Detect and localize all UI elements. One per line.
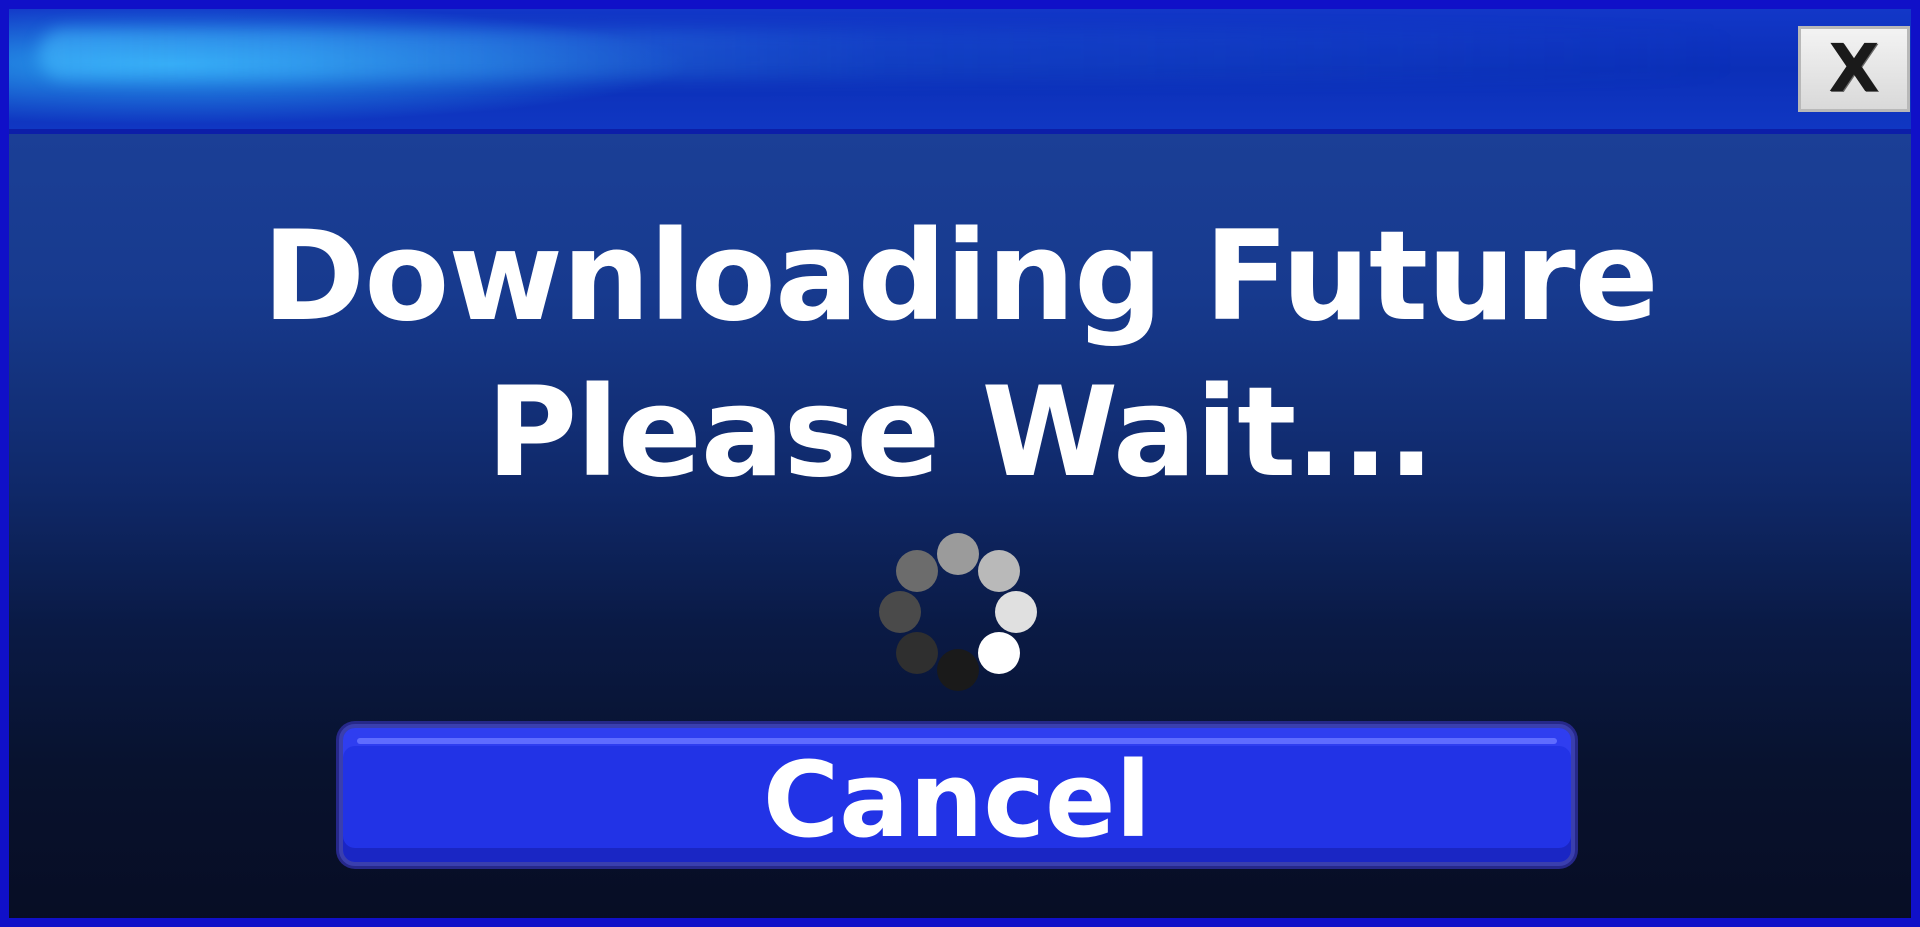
close-button[interactable]: X: [1798, 26, 1910, 112]
dialog-body: Downloading Future Please Wait... Cancel: [9, 134, 1911, 918]
spinner-dot: [937, 649, 979, 691]
download-dialog-window: X Downloading Future Please Wait... Canc…: [0, 0, 1920, 927]
spinner-dot: [879, 591, 921, 633]
spinner-dot: [978, 632, 1020, 674]
cancel-button-label: Cancel: [762, 739, 1152, 861]
message-line-1: Downloading Future: [262, 205, 1658, 349]
message-line-2: Please Wait...: [486, 361, 1434, 505]
spinner-dot: [895, 549, 938, 592]
spinner-dot: [995, 591, 1037, 633]
title-bar[interactable]: X: [9, 9, 1911, 134]
spinner-dot: [937, 533, 979, 575]
spinner-dot: [895, 632, 938, 674]
message: Downloading Future Please Wait...: [9, 199, 1911, 511]
close-icon: X: [1828, 30, 1880, 107]
cancel-button[interactable]: Cancel: [339, 724, 1575, 866]
title-bar-highlight: [39, 29, 1739, 79]
spinner-dot: [978, 549, 1020, 592]
